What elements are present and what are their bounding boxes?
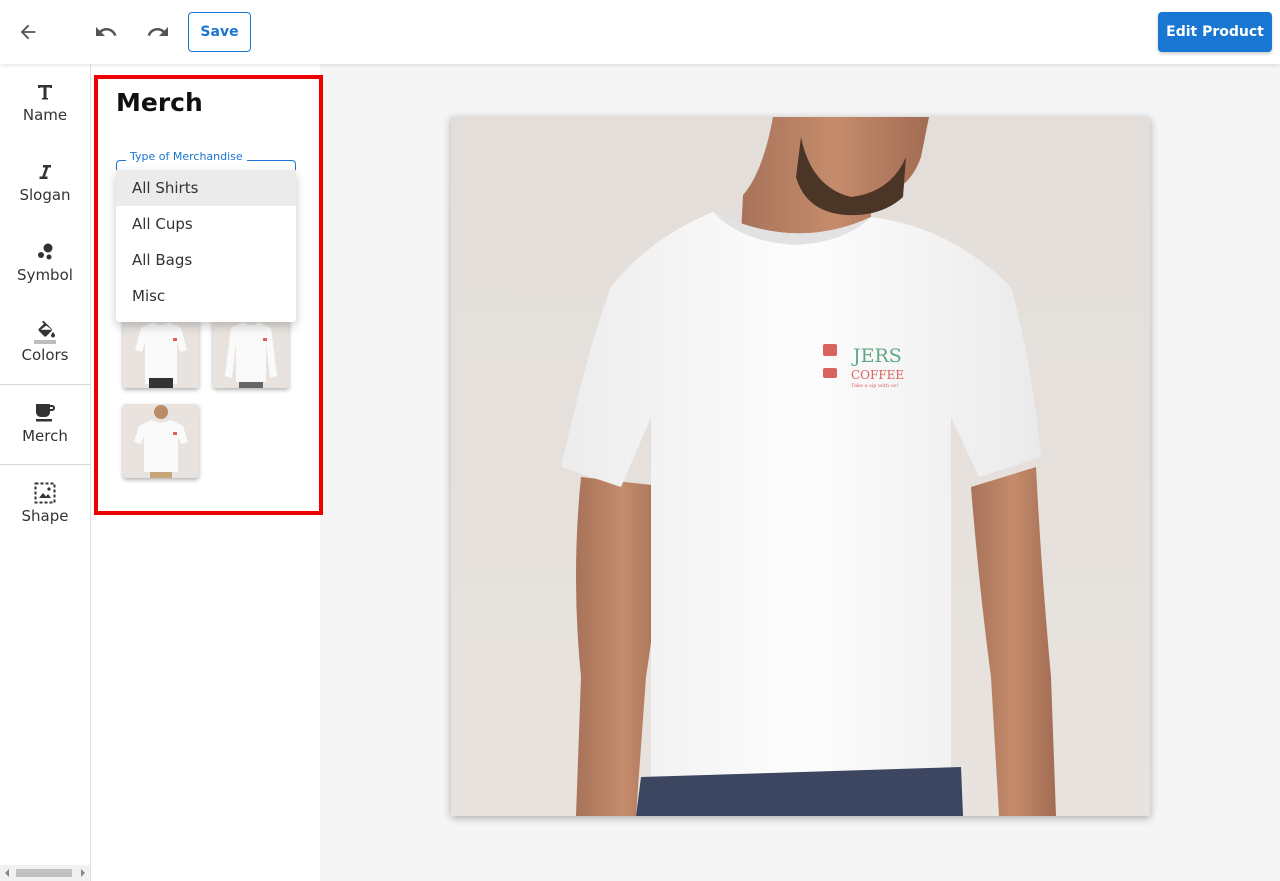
edit-product-button[interactable]: Edit Product — [1158, 12, 1272, 52]
back-button[interactable] — [8, 12, 48, 52]
logo-word-jers: JERS — [851, 345, 902, 367]
merch-type-label: Type of Merchandise — [126, 150, 247, 163]
rail-item-label: Shape — [21, 507, 69, 525]
dropdown-option-misc[interactable]: Misc — [116, 278, 296, 314]
dropdown-option-all-bags[interactable]: All Bags — [116, 242, 296, 278]
rail-item-label: Name — [22, 106, 68, 124]
rail-item-colors[interactable]: Colors — [0, 304, 90, 384]
arrow-left-icon — [20, 24, 36, 40]
scroll-right-icon[interactable] — [81, 869, 85, 877]
redo-button[interactable] — [138, 12, 178, 52]
rail-item-label: Slogan — [19, 186, 71, 204]
rail-item-symbol[interactable]: Symbol — [0, 224, 90, 304]
tool-rail: Name Slogan Symbol Colors Merch Shape — [0, 64, 91, 881]
horizontal-scrollbar[interactable] — [0, 865, 90, 881]
merch-thumbnail[interactable] — [123, 404, 199, 478]
rail-item-label: Merch — [22, 427, 68, 445]
paint-bucket-icon — [33, 320, 57, 344]
undo-icon — [96, 27, 117, 36]
rail-item-slogan[interactable]: Slogan — [0, 144, 90, 224]
rail-item-label: Symbol — [17, 266, 73, 284]
scrollbar-thumb[interactable] — [16, 869, 72, 877]
product-preview: JERS COFFEE Take a sip with us! — [451, 117, 1150, 816]
rail-item-merch[interactable]: Merch — [0, 384, 90, 465]
top-toolbar: Save Edit Product — [0, 0, 1280, 64]
rail-item-shape[interactable]: Shape — [0, 465, 90, 545]
dropdown-option-all-shirts[interactable]: All Shirts — [116, 170, 296, 206]
undo-button[interactable] — [86, 12, 126, 52]
redo-icon — [147, 27, 168, 36]
dropdown-option-all-cups[interactable]: All Cups — [116, 206, 296, 242]
image-frame-icon — [33, 481, 57, 505]
cup-icon — [33, 401, 57, 425]
bubbles-icon — [33, 240, 57, 264]
rail-item-name[interactable]: Name — [0, 64, 90, 144]
italic-icon — [33, 160, 57, 184]
merch-thumbnail[interactable] — [213, 312, 289, 388]
rail-item-label: Colors — [21, 346, 69, 364]
scroll-left-icon[interactable] — [5, 869, 9, 877]
merch-thumbnail[interactable] — [123, 312, 199, 388]
logo-word-coffee: COFFEE — [851, 368, 904, 382]
save-button[interactable]: Save — [188, 12, 251, 52]
panel-title: Merch — [116, 88, 203, 117]
text-icon — [33, 80, 57, 104]
tshirt-model-image: JERS COFFEE Take a sip with us! — [451, 117, 1150, 816]
logo-tagline: Take a sip with us! — [851, 383, 899, 389]
merch-type-dropdown: All Shirts All Cups All Bags Misc — [116, 170, 296, 322]
